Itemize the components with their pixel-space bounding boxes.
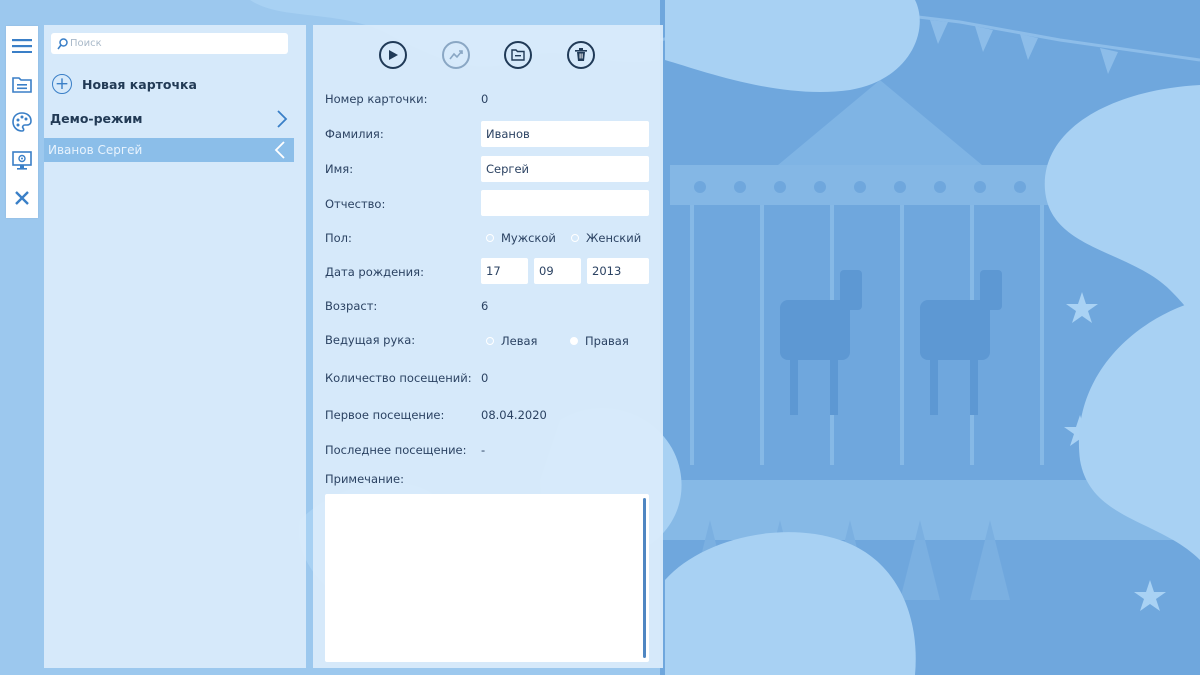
open-folder-button[interactable]: [504, 41, 532, 69]
first-visit-label: Первое посещение:: [325, 408, 445, 422]
play-button[interactable]: [379, 41, 407, 69]
palette-icon[interactable]: [6, 106, 38, 138]
radio-circle: [486, 234, 494, 242]
trash-icon: [575, 46, 587, 65]
last-visit-label: Последнее посещение:: [325, 443, 467, 457]
gender-male-label: Мужской: [501, 231, 556, 245]
chevron-left-icon: [274, 141, 286, 167]
age-value: 6: [481, 299, 489, 313]
gender-male-radio[interactable]: Мужской: [486, 231, 556, 245]
card-list-item-label: Иванов Сергей: [48, 143, 143, 157]
last-name-field[interactable]: Иванов: [481, 121, 649, 147]
close-icon[interactable]: [6, 182, 38, 214]
radio-circle-selected: [570, 337, 578, 345]
leading-hand-right-label: Правая: [585, 334, 629, 348]
first-visit-value: 08.04.2020: [481, 408, 547, 422]
last-visit-value: -: [481, 443, 486, 457]
note-textarea[interactable]: [325, 494, 649, 662]
note-scrollbar[interactable]: [643, 498, 646, 658]
folder-icon: [511, 46, 525, 65]
chevron-right-icon: [276, 109, 288, 135]
first-name-label: Имя:: [325, 162, 354, 176]
plus-icon: +: [52, 74, 72, 94]
note-label: Примечание:: [325, 472, 404, 486]
visits-count-label: Количество посещений:: [325, 371, 472, 385]
leading-hand-right-radio[interactable]: Правая: [570, 334, 629, 348]
card-list-sidebar: Поиск + Новая карточка Демо-режим Иванов…: [44, 25, 306, 668]
gender-label: Пол:: [325, 231, 352, 245]
demo-mode-label: Демо-режим: [50, 111, 143, 126]
card-number-label: Номер карточки:: [325, 92, 428, 106]
birth-month-field[interactable]: 09: [534, 258, 581, 284]
folder-icon[interactable]: [6, 68, 38, 100]
left-toolbar: [6, 26, 38, 218]
chart-icon: [449, 46, 463, 65]
visits-count-value: 0: [481, 371, 489, 385]
first-name-field[interactable]: Сергей: [481, 156, 649, 182]
search-input[interactable]: Поиск: [51, 33, 288, 54]
search-placeholder: Поиск: [70, 38, 102, 49]
demo-mode-item[interactable]: Демо-режим: [50, 109, 288, 129]
leading-hand-left-label: Левая: [501, 334, 538, 348]
patronymic-field[interactable]: [481, 190, 649, 216]
birth-year-field[interactable]: 2013: [587, 258, 649, 284]
card-form-panel: Номер карточки: 0 Фамилия: Иванов Имя: С…: [313, 25, 663, 668]
card-list-item[interactable]: Иванов Сергей: [44, 138, 294, 162]
play-icon: [387, 46, 399, 65]
radio-circle: [486, 337, 494, 345]
leading-hand-label: Ведущая рука:: [325, 333, 416, 347]
patronymic-label: Отчество:: [325, 197, 386, 211]
monitor-settings-icon[interactable]: [6, 144, 38, 176]
delete-button[interactable]: [567, 41, 595, 69]
radio-circle: [571, 234, 579, 242]
birth-day-field[interactable]: 17: [481, 258, 528, 284]
new-card-label: Новая карточка: [82, 76, 197, 92]
menu-icon[interactable]: [6, 30, 38, 62]
new-card-button[interactable]: + Новая карточка: [52, 73, 197, 95]
action-bar: [313, 41, 663, 73]
age-label: Возраст:: [325, 299, 378, 313]
gender-female-label: Женский: [586, 231, 642, 245]
statistics-button[interactable]: [442, 41, 470, 69]
birth-date-label: Дата рождения:: [325, 265, 424, 279]
search-icon: [57, 37, 68, 58]
leading-hand-left-radio[interactable]: Левая: [486, 334, 537, 348]
card-number-value: 0: [481, 92, 489, 106]
gender-female-radio[interactable]: Женский: [571, 231, 641, 245]
last-name-label: Фамилия:: [325, 127, 384, 141]
